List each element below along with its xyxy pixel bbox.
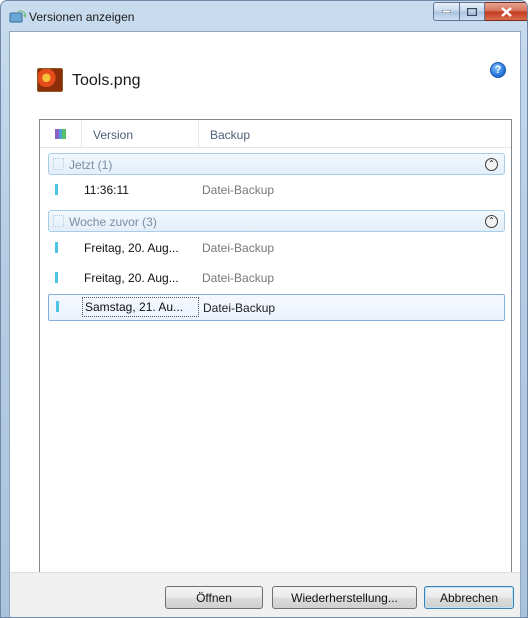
column-version[interactable]: Version — [93, 128, 133, 142]
chevron-up-icon[interactable]: ⌃ — [485, 215, 498, 228]
maximize-button[interactable] — [460, 2, 485, 21]
backup-cell: Datei-Backup — [202, 183, 275, 197]
version-icon — [55, 272, 58, 283]
version-icon — [56, 301, 59, 312]
group-icon — [53, 158, 64, 170]
close-button[interactable] — [485, 2, 527, 21]
backup-cell: Datei-Backup — [202, 241, 275, 255]
column-backup[interactable]: Backup — [210, 128, 250, 142]
group-icon — [53, 215, 64, 227]
group-header-now[interactable]: Jetzt (1) ⌃ — [48, 153, 505, 175]
folder-sync-icon — [9, 10, 26, 23]
column-separator[interactable] — [198, 120, 199, 148]
file-header: Tools.png ? — [10, 32, 520, 122]
cancel-button[interactable]: Abbrechen — [424, 586, 514, 609]
versions-list[interactable]: Version Backup Jetzt (1) ⌃ 11:36:11 Date… — [39, 119, 512, 583]
column-separator[interactable] — [81, 120, 82, 148]
image-file-icon — [37, 68, 63, 92]
group-label: Jetzt (1) — [69, 158, 113, 172]
list-item-selected[interactable]: Samstag, 21. Au... Datei-Backup — [48, 294, 505, 321]
list-item[interactable]: Freitag, 20. Aug... Datei-Backup — [48, 236, 505, 260]
columns-icon — [55, 129, 67, 139]
help-icon[interactable]: ? — [490, 62, 506, 78]
version-icon — [55, 242, 58, 253]
window-title: Versionen anzeigen — [29, 10, 135, 24]
version-cell: Freitag, 20. Aug... — [84, 241, 179, 255]
file-name: Tools.png — [72, 72, 141, 89]
minimize-button[interactable] — [433, 2, 460, 21]
version-cell: 11:36:11 — [84, 183, 129, 197]
version-cell: Samstag, 21. Au... — [82, 297, 199, 317]
column-header: Version Backup — [40, 120, 511, 148]
version-icon — [55, 184, 58, 195]
dialog-body: Tools.png ? Version Backup Jetzt (1) ⌃ 1… — [9, 31, 521, 617]
list-item[interactable]: Freitag, 20. Aug... Datei-Backup — [48, 266, 505, 290]
chevron-up-icon[interactable]: ⌃ — [485, 158, 498, 171]
caption-buttons — [433, 2, 527, 22]
title-bar[interactable]: Versionen anzeigen — [1, 1, 527, 31]
version-cell: Freitag, 20. Aug... — [84, 271, 179, 285]
minimize-icon — [442, 10, 451, 13]
maximize-icon — [467, 7, 477, 16]
backup-cell: Datei-Backup — [203, 301, 276, 315]
restore-button[interactable]: Wiederherstellung... — [272, 586, 417, 609]
list-item[interactable]: 11:36:11 Datei-Backup — [48, 178, 505, 202]
open-button[interactable]: Öffnen — [165, 586, 263, 609]
group-label: Woche zuvor (3) — [69, 215, 157, 229]
backup-cell: Datei-Backup — [202, 271, 275, 285]
button-bar: Öffnen Wiederherstellung... Abbrechen — [10, 572, 520, 617]
versions-dialog: Versionen anzeigen Tools.png ? Version B… — [0, 0, 528, 618]
close-icon — [501, 6, 512, 17]
group-header-last-week[interactable]: Woche zuvor (3) ⌃ — [48, 210, 505, 232]
